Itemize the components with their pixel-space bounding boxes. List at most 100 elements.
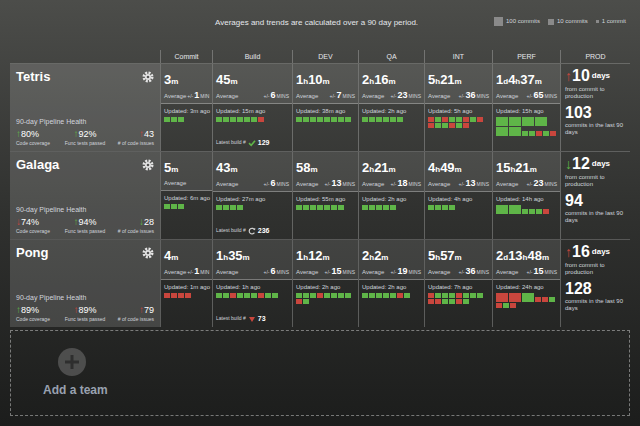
commit-block[interactable] — [296, 299, 302, 304]
commit-block[interactable] — [376, 293, 382, 298]
commit-block[interactable] — [404, 293, 410, 298]
commit-block[interactable] — [230, 205, 236, 210]
commit-block[interactable] — [383, 205, 389, 210]
commit-block[interactable] — [496, 117, 508, 126]
commit-block[interactable] — [296, 205, 302, 210]
commit-block[interactable] — [345, 117, 351, 122]
commit-block[interactable] — [442, 293, 448, 298]
commit-block[interactable] — [543, 131, 549, 136]
commit-block[interactable] — [456, 117, 462, 122]
commit-block[interactable] — [496, 127, 508, 136]
commit-block[interactable] — [303, 293, 309, 298]
commit-block[interactable] — [383, 117, 389, 122]
commit-block[interactable] — [317, 205, 323, 210]
commit-block[interactable] — [303, 117, 309, 122]
commit-block[interactable] — [310, 117, 316, 122]
commit-block[interactable] — [496, 303, 502, 308]
commit-block[interactable] — [237, 293, 243, 298]
commit-block[interactable] — [178, 117, 184, 122]
commit-block[interactable] — [324, 293, 330, 298]
commit-block[interactable] — [456, 299, 462, 304]
commit-block[interactable] — [435, 123, 441, 128]
commit-block[interactable] — [542, 297, 548, 302]
commit-block[interactable] — [324, 205, 330, 210]
commit-block[interactable] — [449, 117, 455, 122]
commit-block[interactable] — [369, 117, 375, 122]
commit-block[interactable] — [550, 131, 556, 136]
commit-block[interactable] — [428, 299, 434, 304]
commit-block[interactable] — [456, 293, 462, 298]
commit-block[interactable] — [303, 205, 309, 210]
commit-block[interactable] — [428, 205, 434, 210]
gear-icon[interactable] — [142, 159, 154, 171]
commit-block[interactable] — [164, 204, 170, 209]
commit-block[interactable] — [258, 117, 264, 122]
commit-block[interactable] — [216, 205, 222, 210]
commit-block[interactable] — [185, 293, 191, 298]
commit-block[interactable] — [223, 205, 229, 210]
commit-block[interactable] — [522, 117, 534, 126]
commit-block[interactable] — [338, 293, 344, 298]
commit-block[interactable] — [171, 293, 177, 298]
commit-block[interactable] — [509, 205, 521, 214]
commit-block[interactable] — [230, 117, 236, 122]
commit-block[interactable] — [237, 205, 243, 210]
commit-block[interactable] — [509, 127, 521, 136]
commit-block[interactable] — [496, 205, 508, 214]
commit-block[interactable] — [503, 303, 509, 308]
commit-block[interactable] — [178, 293, 184, 298]
commit-block[interactable] — [435, 117, 441, 122]
commit-block[interactable] — [543, 209, 549, 214]
commit-block[interactable] — [470, 117, 476, 122]
commit-block[interactable] — [522, 131, 528, 136]
commit-block[interactable] — [442, 123, 448, 128]
commit-block[interactable] — [390, 293, 396, 298]
commit-block[interactable] — [244, 293, 250, 298]
commit-block[interactable] — [376, 117, 382, 122]
commit-block[interactable] — [428, 123, 434, 128]
latest-build[interactable]: Latest build #73 — [216, 314, 289, 325]
commit-block[interactable] — [509, 117, 521, 126]
commit-block[interactable] — [164, 293, 170, 298]
commit-block[interactable] — [362, 117, 368, 122]
commit-block[interactable] — [303, 299, 309, 304]
commit-block[interactable] — [369, 205, 375, 210]
commit-block[interactable] — [428, 293, 434, 298]
commit-block[interactable] — [463, 299, 469, 304]
commit-block[interactable] — [529, 209, 535, 214]
commit-block[interactable] — [536, 131, 542, 136]
commit-block[interactable] — [296, 293, 302, 298]
add-team-button[interactable]: Add a team — [10, 330, 630, 416]
commit-block[interactable] — [331, 205, 337, 210]
commit-block[interactable] — [223, 293, 229, 298]
commit-block[interactable] — [244, 117, 250, 122]
commit-block[interactable] — [442, 205, 448, 210]
latest-build[interactable]: Latest build #129 — [216, 138, 289, 149]
commit-block[interactable] — [435, 293, 441, 298]
commit-block[interactable] — [310, 293, 316, 298]
latest-build[interactable]: Latest build #236 — [216, 226, 289, 237]
commit-block[interactable] — [331, 117, 337, 122]
commit-block[interactable] — [536, 209, 542, 214]
commit-block[interactable] — [390, 117, 396, 122]
commit-block[interactable] — [449, 205, 455, 210]
commit-block[interactable] — [496, 293, 508, 302]
commit-block[interactable] — [549, 297, 555, 302]
commit-block[interactable] — [463, 123, 469, 128]
commit-block[interactable] — [216, 117, 222, 122]
commit-block[interactable] — [510, 303, 516, 308]
commit-block[interactable] — [362, 205, 368, 210]
commit-block[interactable] — [535, 297, 541, 302]
commit-block[interactable] — [509, 293, 521, 302]
commit-block[interactable] — [397, 293, 403, 298]
commit-block[interactable] — [456, 123, 462, 128]
commit-block[interactable] — [237, 117, 243, 122]
commit-block[interactable] — [522, 209, 528, 214]
commit-block[interactable] — [522, 293, 534, 302]
commit-block[interactable] — [442, 117, 448, 122]
commit-block[interactable] — [230, 293, 236, 298]
commit-block[interactable] — [272, 293, 278, 298]
commit-block[interactable] — [223, 117, 229, 122]
commit-block[interactable] — [164, 117, 170, 122]
commit-block[interactable] — [428, 117, 434, 122]
